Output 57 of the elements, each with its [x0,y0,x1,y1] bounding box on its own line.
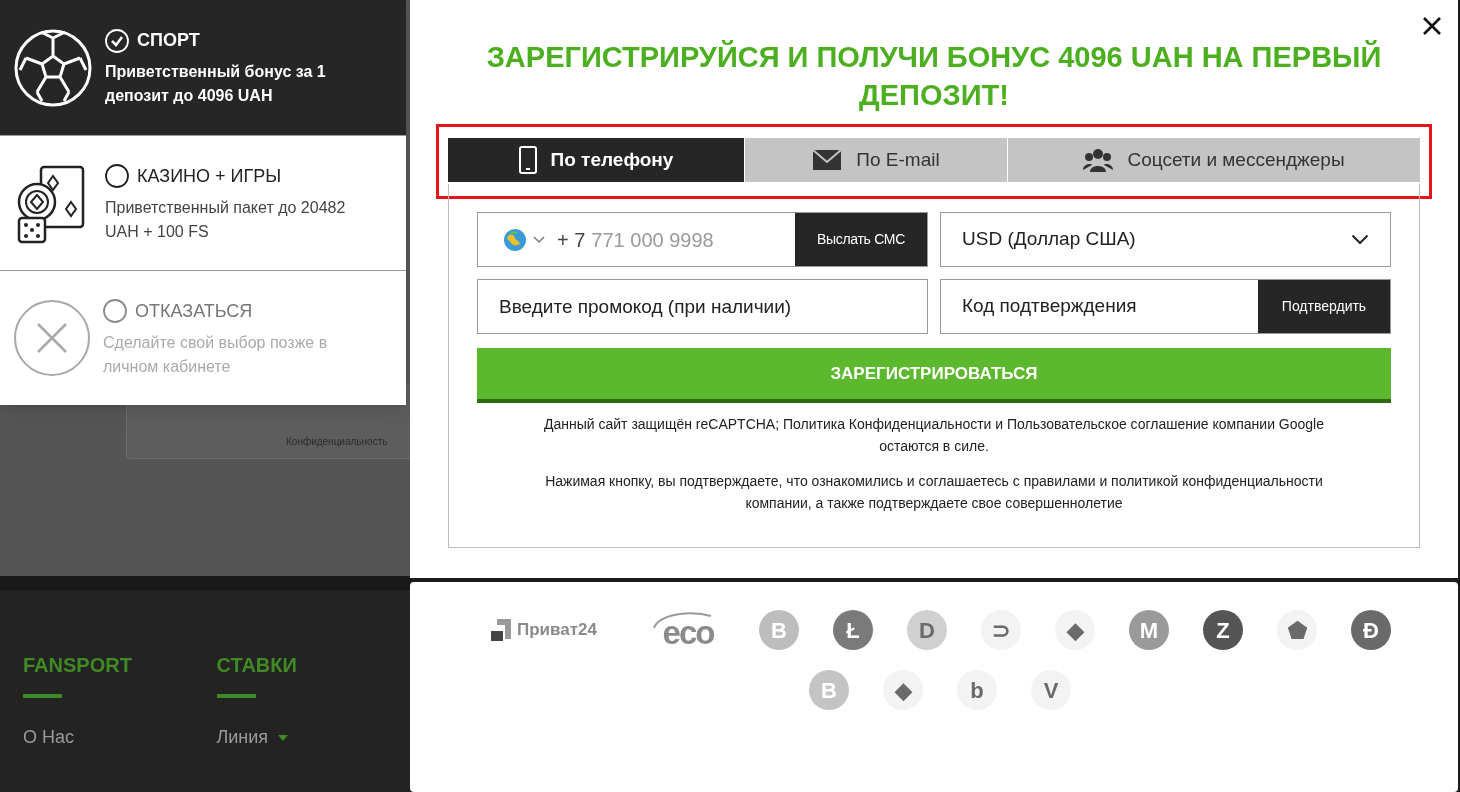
footer-link[interactable]: Линия [216,724,269,751]
radio-empty-icon[interactable] [105,164,129,188]
soccer-ball-icon [13,27,93,108]
eco-logo: eco [651,610,725,650]
radio-checked-icon[interactable] [105,28,129,53]
currency-select[interactable]: USD (Доллар США) [940,212,1391,267]
phone-icon [518,146,537,174]
tab[interactable]: Соцсети и мессенджеры [1007,138,1420,182]
confirmation-input[interactable]: Код подтверждения [941,280,1251,333]
coin-logo: B [759,610,799,650]
coin-logo: Ł [833,610,873,650]
option-title: КАЗИНО + ИГРЫ [137,164,282,188]
option-title: ОТКАЗАТЬСЯ [135,299,253,323]
footer-heading: СТАВКИ [216,653,298,678]
coin-logo: ◆ [883,670,923,710]
legal-note: Данный сайт защищён reCAPTCHA; Политика Конфиденциальности и Пользовательское соглашение компании Google остаются в силе. [543,415,1325,456]
coin-logo: ⬟ [1277,610,1317,650]
tab[interactable]: По телефону [448,138,744,182]
coin-logo: Ð [1351,610,1391,650]
coin-logo: ◆ [1055,610,1095,650]
radio-empty-icon[interactable] [103,299,127,323]
coin-logo: Z [1203,610,1243,650]
promo-code-field[interactable]: Введите промокод (при наличии) [477,279,928,334]
chevron-down-icon[interactable] [533,235,545,244]
bonus-option[interactable]: ОТКАЗАТЬСЯ Сделайте свой выбор позже в личном кабинете [0,270,406,405]
coin-logo: M [1129,610,1169,650]
option-description: Сделайте свой выбор позже в личном кабинете [103,332,329,377]
legal-note: Нажимая кнопку, вы подтверждаете, что ознакомились и соглашаетесь с правилами и политикой конфиденциальности компании, а также подтверждаете свое совершеннолетие [544,472,1324,513]
coin-logo: D [907,610,947,650]
phone-input[interactable]: 771 000 9998 [591,224,782,255]
send-sms-button[interactable]: Выслать СМС [795,213,927,266]
coin-logo: V [1031,670,1071,710]
coin-logo: b [957,670,997,710]
phone-field[interactable]: + 7 771 000 9998 Выслать СМС [477,212,928,267]
tab[interactable]: По E-mail [744,138,1007,182]
cancel-circle-icon [13,299,91,377]
confirmation-code-field[interactable]: Код подтверждения Подтвердить [940,279,1391,334]
option-description: Приветственный бонус за 1 депозит до 4096 UAH [105,62,327,106]
country-code: + 7 [557,227,586,253]
group-people-icon [1083,148,1114,172]
option-description: Приветственный пакет до 20482 UAH + 100 FS [105,197,347,242]
caret-down-icon[interactable] [278,734,289,741]
globe-icon[interactable] [503,227,527,252]
privat24-logo: Приват24 [489,610,609,650]
option-title: СПОРТ [137,29,200,52]
bonus-option[interactable]: КАЗИНО + ИГРЫ Приветственный пакет до 20482 UAH + 100 FS [0,135,406,270]
coin-logo: B [809,670,849,710]
bonus-option[interactable]: СПОРТ Приветственный бонус за 1 депозит до 4096 UAH [0,0,406,135]
confirm-button[interactable]: Подтвердить [1258,280,1390,333]
footer-heading: FANSPORT [23,653,133,678]
envelope-icon [812,149,843,171]
bank-mark-icon [489,617,513,643]
footer-link[interactable]: О Нас [23,724,74,751]
chevron-down-icon [1351,234,1369,245]
close-icon[interactable] [1422,16,1442,36]
modal-title: ЗАРЕГИСТРИРУЙСЯ И ПОЛУЧИ БОНУС 4096 UAH НА ПЕРВЫЙ ДЕПОЗИТ! [485,39,1383,113]
coin-logo: ⊃ [981,610,1021,650]
